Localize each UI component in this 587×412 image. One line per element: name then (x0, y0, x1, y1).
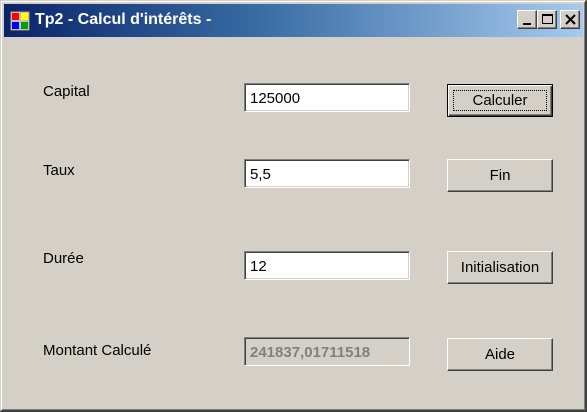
close-button[interactable] (560, 10, 580, 29)
minimize-icon (523, 23, 531, 25)
app-icon[interactable] (10, 11, 30, 31)
fin-label: Fin (489, 167, 511, 184)
title-bar[interactable]: Tp2 - Calcul d'intérêts - (4, 4, 583, 37)
duree-input[interactable]: 12 (244, 251, 410, 280)
initialisation-label: Initialisation (460, 259, 540, 276)
maximize-button[interactable] (537, 10, 557, 29)
taux-input[interactable]: 5,5 (244, 159, 410, 188)
duree-label: Durée (43, 250, 84, 267)
close-icon (565, 14, 576, 25)
maximize-icon (542, 14, 553, 24)
fin-button[interactable]: Fin (447, 159, 553, 192)
montant-output: 241837,01711518 (244, 337, 410, 366)
taux-label: Taux (43, 162, 75, 179)
aide-label: Aide (484, 346, 516, 363)
main-window: Tp2 - Calcul d'intérêts - Capital 125000… (0, 0, 587, 412)
calculer-button[interactable]: Calculer (447, 84, 553, 117)
initialisation-button[interactable]: Initialisation (447, 251, 553, 284)
capital-input[interactable]: 125000 (244, 83, 410, 112)
capital-label: Capital (43, 83, 90, 100)
focus-ring (453, 90, 547, 111)
minimize-button[interactable] (517, 10, 537, 29)
aide-button[interactable]: Aide (447, 338, 553, 371)
montant-label: Montant Calculé (43, 342, 152, 359)
window-title: Tp2 - Calcul d'intérêts - (35, 11, 212, 28)
